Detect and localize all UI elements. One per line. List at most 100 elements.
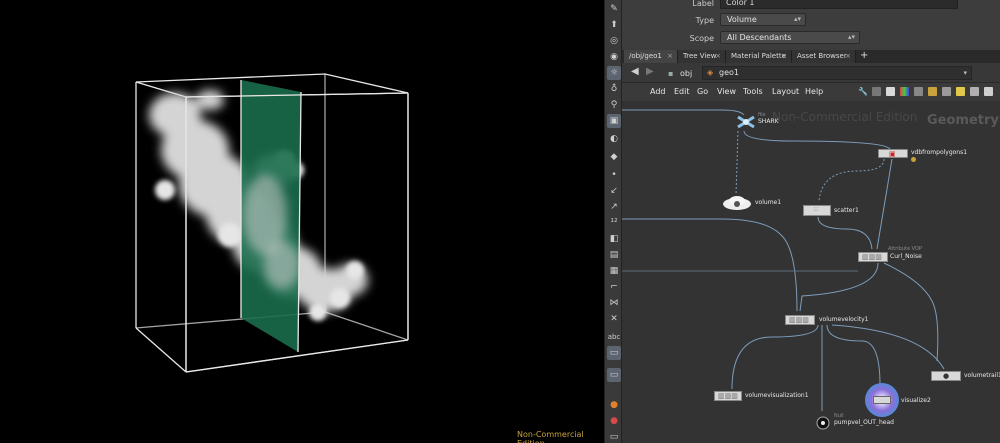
wire xyxy=(799,262,879,312)
uv-icon[interactable]: ◧ xyxy=(607,232,621,246)
viewport-canvas xyxy=(135,73,409,373)
file-node-icon xyxy=(737,115,755,129)
note-icon[interactable] xyxy=(886,87,895,96)
select-icon[interactable]: ⬆ xyxy=(607,18,621,32)
snapshot-icon[interactable]: ▣ xyxy=(607,114,621,128)
velocity-icon: ▥▥▥ xyxy=(789,316,809,324)
type-param-dropdown[interactable]: Volume ▴▾ xyxy=(720,13,806,26)
node-volumevelocity1[interactable]: ▥▥▥ xyxy=(785,315,815,325)
close-icon[interactable]: × xyxy=(667,50,673,63)
text-item-abc[interactable]: abc xyxy=(607,330,621,344)
close-icon[interactable]: × xyxy=(715,50,721,63)
sticky-note-icon[interactable] xyxy=(956,87,965,96)
node-pumpvel-out-head[interactable] xyxy=(815,415,831,430)
close-icon[interactable]: × xyxy=(781,50,787,63)
close-icon[interactable]: ▭ xyxy=(607,430,621,443)
point-icon[interactable]: • xyxy=(607,168,621,182)
path-segment-obj-label: obj xyxy=(680,69,693,78)
normal-icon[interactable]: ↙ xyxy=(607,184,621,198)
label-param-label: Label xyxy=(692,0,714,8)
node-volume1[interactable] xyxy=(722,195,752,210)
node-visualize2[interactable] xyxy=(865,383,899,417)
display-icon[interactable]: ◐ xyxy=(607,132,621,146)
tab-tree-view[interactable]: Tree View × xyxy=(678,50,726,63)
wire-icon[interactable] xyxy=(970,87,979,96)
tree-icon[interactable] xyxy=(872,87,881,96)
folder-icon[interactable] xyxy=(928,87,937,96)
menu-edit[interactable]: Edit xyxy=(674,87,690,96)
wire xyxy=(735,130,739,196)
network-editor[interactable]: Non-Commercial Edition Geometry file SHA… xyxy=(622,101,1000,443)
wire-icon[interactable]: ⋈ xyxy=(607,296,621,310)
wrench-icon[interactable]: 🔧 xyxy=(858,87,868,96)
wire xyxy=(876,158,893,250)
grid-icon[interactable]: ⌐ xyxy=(607,280,621,294)
warning-badge-icon xyxy=(911,157,916,162)
layout-icon[interactable] xyxy=(942,87,951,96)
alert-icon[interactable]: ● xyxy=(607,414,621,428)
light-icon[interactable]: ☼ xyxy=(607,66,621,80)
handle-icon[interactable]: ✎ xyxy=(607,2,621,16)
text-icon[interactable]: ▭ xyxy=(607,346,621,360)
path-segment-obj[interactable]: ▪ obj xyxy=(666,67,700,80)
tab-asset-browser[interactable]: Asset Browser × xyxy=(792,50,856,63)
image-icon[interactable] xyxy=(984,87,993,96)
shading-icon[interactable]: ◆ xyxy=(607,150,621,164)
vop-icon: ▥▥▥ xyxy=(862,253,882,261)
menu-go[interactable]: Go xyxy=(697,87,708,96)
chevron-updown-icon: ▴▾ xyxy=(793,15,801,23)
close-icon[interactable]: × xyxy=(845,50,851,63)
path-segment-geo1: geo1 xyxy=(719,68,739,77)
chevron-down-icon[interactable]: ▾ xyxy=(963,67,967,79)
menu-help[interactable]: Help xyxy=(805,87,823,96)
edge-icon[interactable]: ▤ xyxy=(607,248,621,262)
menu-add[interactable]: Add xyxy=(650,87,666,96)
menu-layout[interactable]: Layout xyxy=(772,87,799,96)
pane-tab-bar: /obj/geo1 × Tree View × Material Palette × … xyxy=(622,50,1000,63)
pin-icon[interactable]: ⚲ xyxy=(607,98,621,112)
record-icon[interactable]: ▭ xyxy=(607,368,621,382)
node-type-label: Attribute VOP xyxy=(888,246,922,252)
node-curl-noise[interactable]: ▥▥▥ xyxy=(858,252,888,262)
face-icon[interactable]: ✕ xyxy=(607,312,621,326)
lock-icon[interactable]: ♁ xyxy=(607,82,621,96)
wire xyxy=(826,324,881,386)
camera-icon[interactable]: ◉ xyxy=(607,50,621,64)
scope-param-dropdown[interactable]: All Descendants ▴▾ xyxy=(720,31,860,44)
forward-arrow-icon[interactable]: ▶ xyxy=(646,66,654,77)
add-tab-icon[interactable]: + xyxy=(860,50,868,62)
number-icon[interactable]: ¹² xyxy=(607,216,621,230)
node-scatter1[interactable]: ⁙ xyxy=(803,205,831,216)
menu-tools[interactable]: Tools xyxy=(743,87,763,96)
path-bar: ◀ ▶ ▪ obj ◈ geo1 ▾ xyxy=(622,63,1000,83)
path-field[interactable]: ◈ geo1 ▾ xyxy=(702,66,972,80)
back-arrow-icon[interactable]: ◀ xyxy=(631,66,639,77)
node-name-shark: SHARK xyxy=(758,118,779,125)
visualization-icon: ▥▥▥ xyxy=(718,392,738,400)
node-volumetrail1[interactable]: ● xyxy=(931,371,961,381)
wire xyxy=(817,216,873,250)
color-palette-icon[interactable] xyxy=(900,87,909,96)
wire xyxy=(831,324,945,370)
menu-view[interactable]: View xyxy=(717,87,736,96)
scatter-icon: ⁙ xyxy=(813,206,819,214)
scene-viewport[interactable]: Non-Commercial Edition xyxy=(0,0,604,443)
tab-network[interactable]: /obj/geo1 × xyxy=(624,50,678,63)
view-icon[interactable]: ◎ xyxy=(607,34,621,48)
wire xyxy=(622,109,745,116)
tab-material-palette[interactable]: Material Palette × xyxy=(726,50,792,63)
grid-icon[interactable] xyxy=(914,87,923,96)
tab-label: Tree View xyxy=(683,52,717,60)
label-param-field[interactable]: Color 1 xyxy=(720,0,958,9)
prim-icon[interactable]: ▦ xyxy=(607,264,621,278)
node-volumevisualization1[interactable]: ▥▥▥ xyxy=(714,391,742,401)
trail-icon: ● xyxy=(943,372,950,380)
node-shark[interactable] xyxy=(736,113,756,131)
node-name-volumevelocity1: volumevelocity1 xyxy=(819,316,869,323)
node-vdbfrompolygons1[interactable]: ▣ xyxy=(878,149,908,158)
vector-icon[interactable]: ↗ xyxy=(607,200,621,214)
cloud-node-icon xyxy=(723,196,751,210)
type-param-label: Type xyxy=(695,16,714,25)
info-icon[interactable]: ● xyxy=(607,398,621,412)
node-name-scatter1: scatter1 xyxy=(834,207,859,214)
